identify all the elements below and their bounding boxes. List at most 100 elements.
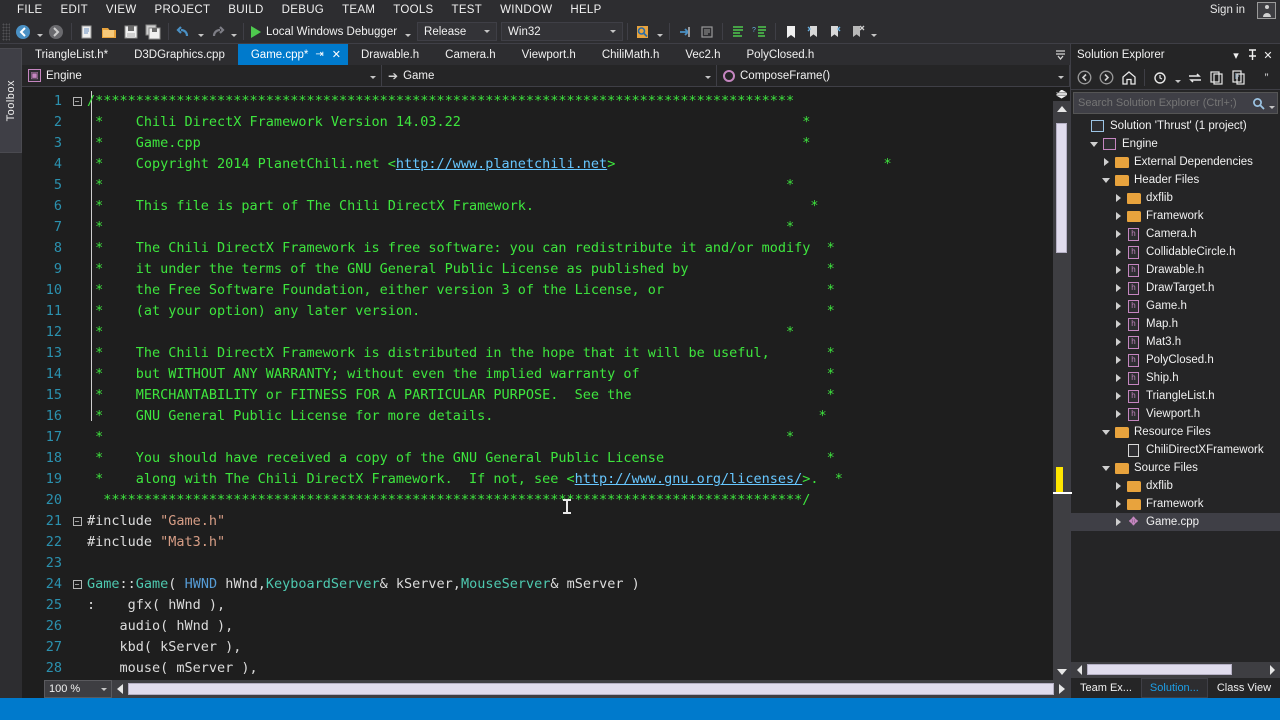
code-line[interactable]: 7 * * xyxy=(22,217,1053,238)
chevron-down-icon[interactable]: ▾ xyxy=(1228,46,1244,64)
expand-twisty-icon[interactable] xyxy=(1111,302,1125,310)
expand-twisty-icon[interactable] xyxy=(1111,320,1125,328)
tree-item[interactable]: h PolyClosed.h xyxy=(1071,351,1280,369)
account-person-icon[interactable] xyxy=(1257,1,1276,19)
bookmark-icon[interactable] xyxy=(780,21,802,42)
start-debugging-button[interactable]: Local Windows Debugger xyxy=(248,21,402,42)
code-line[interactable]: 23 xyxy=(22,553,1053,574)
navbar-member-select[interactable]: ComposeFrame() xyxy=(717,65,1070,86)
expand-twisty-icon[interactable] xyxy=(1111,194,1125,202)
code-line[interactable]: 11 * (at your option) any later version.… xyxy=(22,301,1053,322)
tree-item[interactable]: h CollidableCircle.h xyxy=(1071,243,1280,261)
solution-explorer-search[interactable] xyxy=(1073,92,1278,114)
collapse-region-icon[interactable]: − xyxy=(72,580,82,589)
scroll-right-button[interactable] xyxy=(1054,680,1070,698)
tree-item[interactable]: ✥ Game.cpp xyxy=(1071,513,1280,531)
tree-item[interactable]: h Map.h xyxy=(1071,315,1280,333)
code-line[interactable]: 10 * the Free Software Foundation, eithe… xyxy=(22,280,1053,301)
split-view-handle[interactable] xyxy=(1053,87,1070,101)
expand-twisty-icon[interactable] xyxy=(1111,212,1125,220)
document-tab-gamecpp[interactable]: Game.cpp* ⇥ ✕ xyxy=(237,44,348,65)
expand-twisty-icon[interactable] xyxy=(1111,374,1125,382)
uncomment-selection-icon[interactable]: ? xyxy=(749,21,771,42)
editor-horizontal-scrollbar[interactable] xyxy=(112,680,1070,698)
redo-dropdown[interactable] xyxy=(228,21,239,42)
expand-twisty-icon[interactable] xyxy=(1111,248,1125,256)
solution-explorer-horizontal-scrollbar[interactable] xyxy=(1071,662,1280,678)
collapse-twisty-icon[interactable] xyxy=(1087,141,1101,147)
code-surface[interactable]: 1−/*************************************… xyxy=(22,87,1053,680)
navbar-type-select[interactable]: ➔ Game xyxy=(382,65,717,86)
menu-file[interactable]: FILE xyxy=(8,0,52,20)
tree-item[interactable]: Framework xyxy=(1071,207,1280,225)
collapse-twisty-icon[interactable] xyxy=(1099,177,1113,183)
code-line[interactable]: 14 * but WITHOUT ANY WARRANTY; without e… xyxy=(22,364,1053,385)
forward-icon[interactable] xyxy=(1096,68,1117,88)
code-line[interactable]: 15 * MERCHANTABILITY or FITNESS FOR A PA… xyxy=(22,385,1053,406)
expand-twisty-icon[interactable] xyxy=(1111,410,1125,418)
sync-with-active-document-icon[interactable] xyxy=(1184,68,1205,88)
toolbar-grip[interactable] xyxy=(2,22,10,41)
horizontal-scroll-thumb[interactable] xyxy=(1087,664,1232,675)
save-all-icon[interactable] xyxy=(142,21,164,42)
search-options-dropdown[interactable] xyxy=(1266,93,1277,114)
scroll-left-button[interactable] xyxy=(112,680,128,698)
tree-item[interactable]: Resource Files xyxy=(1071,423,1280,441)
document-tab-drawableh[interactable]: Drawable.h xyxy=(348,44,433,65)
expand-twisty-icon[interactable] xyxy=(1111,500,1125,508)
collapse-region-icon[interactable]: − xyxy=(72,517,82,526)
menu-debug[interactable]: DEBUG xyxy=(273,0,333,20)
expand-twisty-icon[interactable] xyxy=(1111,338,1125,346)
code-line[interactable]: 13 * The Chili DirectX Framework is dist… xyxy=(22,343,1053,364)
show-all-files-icon[interactable] xyxy=(1228,68,1249,88)
code-line[interactable]: 17 * * xyxy=(22,427,1053,448)
menu-edit[interactable]: EDIT xyxy=(52,0,97,20)
close-icon[interactable]: ✕ xyxy=(1260,46,1276,64)
new-item-icon[interactable] xyxy=(76,21,98,42)
step-over-icon[interactable] xyxy=(696,21,718,42)
expand-twisty-icon[interactable] xyxy=(1111,518,1125,526)
menu-tools[interactable]: TOOLS xyxy=(384,0,442,20)
refresh-icon[interactable] xyxy=(1206,68,1227,88)
expand-twisty-icon[interactable] xyxy=(1099,158,1113,166)
save-icon[interactable] xyxy=(120,21,142,42)
panel-tab-teamex[interactable]: Team Ex... xyxy=(1071,678,1141,698)
expand-twisty-icon[interactable] xyxy=(1111,392,1125,400)
tree-item[interactable]: Solution 'Thrust' (1 project) xyxy=(1071,117,1280,135)
collapse-region-icon[interactable]: − xyxy=(72,97,82,106)
code-line[interactable]: 6 * This file is part of The Chili Direc… xyxy=(22,196,1053,217)
code-line[interactable]: 2 * Chili DirectX Framework Version 14.0… xyxy=(22,112,1053,133)
document-tab-d3dgraphicscpp[interactable]: D3DGraphics.cpp xyxy=(121,44,238,65)
expand-twisty-icon[interactable] xyxy=(1111,230,1125,238)
sign-in-button[interactable]: Sign in xyxy=(1204,4,1251,16)
tree-item[interactable]: h TriangleList.h xyxy=(1071,387,1280,405)
code-line[interactable]: 21 − #include "Game.h" xyxy=(22,511,1053,532)
previous-bookmark-icon[interactable] xyxy=(802,21,824,42)
pin-icon[interactable] xyxy=(1244,46,1260,64)
code-line[interactable]: 8 * The Chili DirectX Framework is free … xyxy=(22,238,1053,259)
code-line[interactable]: 28 mouse( mServer ), xyxy=(22,658,1053,679)
home-icon[interactable] xyxy=(1118,68,1139,88)
code-line[interactable]: 9 * it under the terms of the GNU Genera… xyxy=(22,259,1053,280)
menu-team[interactable]: TEAM xyxy=(333,0,384,20)
navigate-back-icon[interactable] xyxy=(12,21,34,42)
filter-dropdown[interactable] xyxy=(1172,67,1183,88)
code-line[interactable]: 20 *************************************… xyxy=(22,490,1053,511)
tree-item[interactable]: Framework xyxy=(1071,495,1280,513)
scroll-right-button[interactable] xyxy=(1264,661,1280,679)
toolbox-tab[interactable]: Toolbox xyxy=(0,48,22,153)
code-line[interactable]: 25: gfx( hWnd ), xyxy=(22,595,1053,616)
expand-twisty-icon[interactable] xyxy=(1111,266,1125,274)
code-line[interactable]: 3 * Game.cpp * xyxy=(22,133,1053,154)
code-line[interactable]: 12 * * xyxy=(22,322,1053,343)
tree-item[interactable]: h Game.h xyxy=(1071,297,1280,315)
document-tab-camerah[interactable]: Camera.h xyxy=(432,44,509,65)
expand-twisty-icon[interactable] xyxy=(1111,482,1125,490)
expand-twisty-icon[interactable] xyxy=(1111,284,1125,292)
tree-item[interactable]: dxflib xyxy=(1071,477,1280,495)
code-line[interactable]: 27 kbd( kServer ), xyxy=(22,637,1053,658)
comment-selection-icon[interactable] xyxy=(727,21,749,42)
zoom-level-select[interactable]: 100 % xyxy=(44,680,112,698)
code-line[interactable]: 5 * * xyxy=(22,175,1053,196)
search-input[interactable] xyxy=(1078,97,1250,109)
